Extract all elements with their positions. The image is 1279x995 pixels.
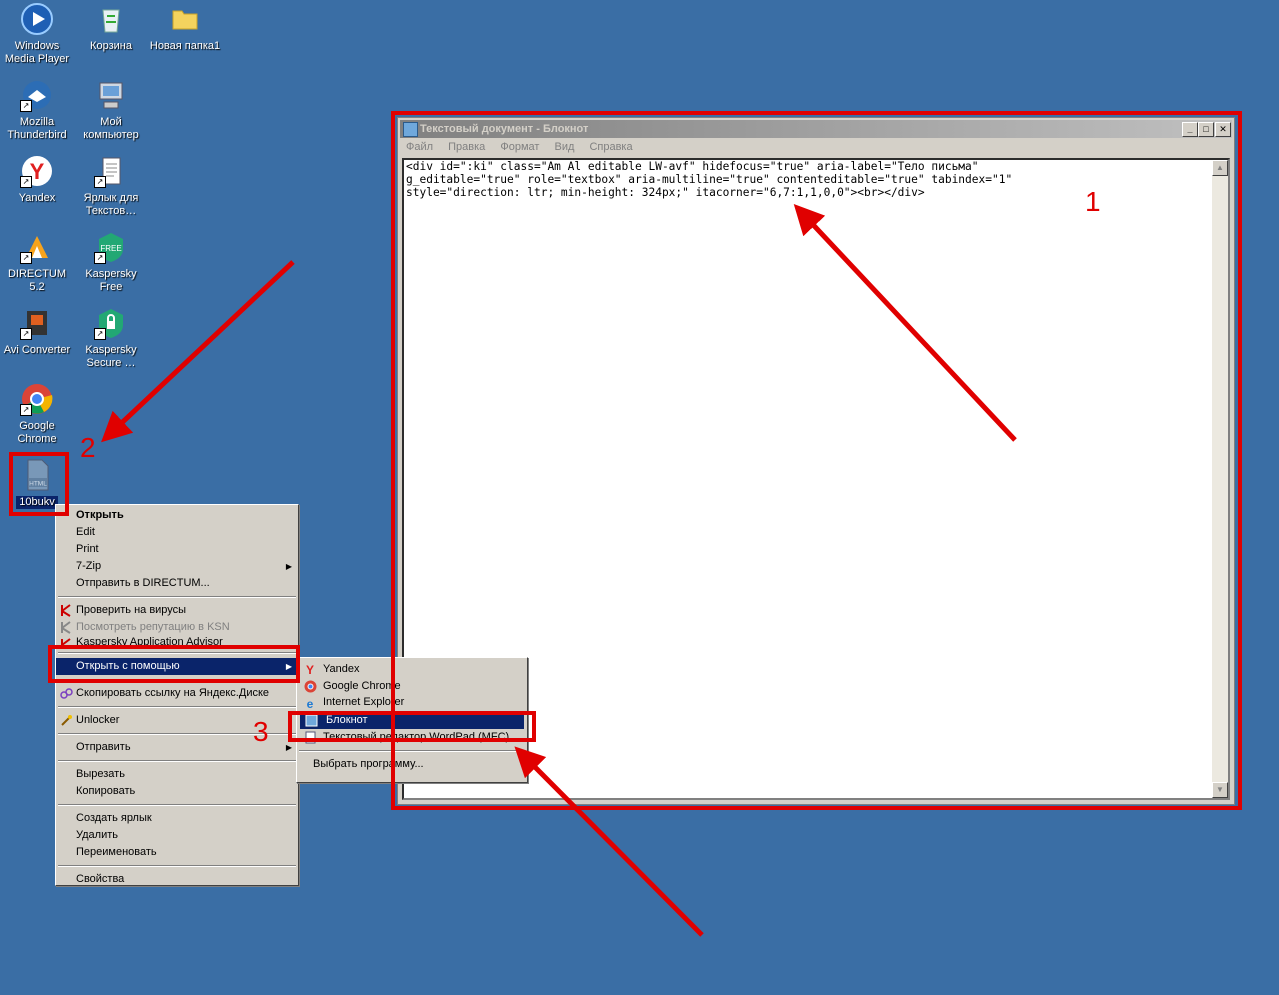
menu-item-properties[interactable]: Свойства [56, 871, 298, 888]
desktop-icon-computer[interactable]: Мой компьютер [74, 78, 148, 142]
shortcut-arrow-icon: ↗ [20, 404, 32, 416]
menu-separator [58, 706, 296, 708]
shortcut-arrow-icon: ↗ [94, 252, 106, 264]
annotation-number-2: 2 [80, 432, 96, 463]
menu-item-label: Отправить [76, 741, 131, 753]
computer-icon [94, 78, 128, 112]
desktop-icon-label: Google Chrome [17, 420, 57, 445]
shortcut-arrow-icon: ↗ [20, 100, 32, 112]
svg-text:e: e [307, 697, 314, 709]
menu-item-scan-virus[interactable]: Проверить на вирусы [56, 602, 298, 619]
menu-item-label: Yandex [323, 663, 360, 675]
menu-item-label: 7-Zip [76, 560, 102, 572]
menu-item-label: Проверить на вирусы [76, 604, 187, 616]
menu-item-7zip[interactable]: 7-Zip ▶ [56, 558, 298, 575]
menu-item-open[interactable]: Открыть [56, 507, 298, 524]
menu-item-label: Google Chrome [323, 680, 401, 692]
kaspersky-k-icon [60, 604, 73, 617]
desktop-icon-label: DIRECTUM 5.2 [7, 268, 67, 293]
desktop-icon-label: Мой компьютер [83, 116, 139, 141]
annotation-box-notepad-item [288, 711, 536, 742]
menu-item-yandex-disk-link[interactable]: Скопировать ссылку на Яндекс.Диске [56, 685, 298, 702]
submenu-arrow-icon: ▶ [285, 562, 292, 571]
menu-item-label: Посмотреть репутацию в KSN [76, 621, 230, 633]
kaspersky-secure-icon: ↗ [94, 306, 128, 340]
shortcut-arrow-icon: ↗ [20, 176, 32, 188]
chrome-icon: ↗ [20, 382, 54, 416]
menu-item-ksn-reputation[interactable]: Посмотреть репутацию в KSN [56, 619, 298, 636]
annotation-number-3: 3 [253, 716, 269, 747]
kaspersky-free-icon: FREE ↗ [94, 230, 128, 264]
shortcut-arrow-icon: ↗ [94, 176, 106, 188]
folder-icon [168, 2, 202, 36]
desktop-icon-avi-converter[interactable]: ↗ Avi Converter [0, 306, 74, 357]
avi-converter-icon: ↗ [20, 306, 54, 340]
menu-item-label: Скопировать ссылку на Яндекс.Диске [76, 687, 270, 699]
thunderbird-icon: ↗ [20, 78, 54, 112]
menu-item-edit[interactable]: Edit [56, 524, 298, 541]
desktop-icon-yandex[interactable]: Y ↗ Yandex [0, 154, 74, 205]
desktop-icon-folder[interactable]: Новая папка1 [148, 2, 222, 53]
desktop-icon-kaspersky-secure[interactable]: ↗ Kaspersky Secure … [74, 306, 148, 370]
annotation-box-file [9, 452, 69, 516]
context-menu: Открыть Edit Print 7-Zip ▶ Отправить в DI… [55, 504, 299, 886]
desktop-icon-recycle-bin[interactable]: Корзина [74, 2, 148, 53]
desktop-icon-directum[interactable]: ↗ DIRECTUM 5.2 [0, 230, 74, 294]
link-icon [60, 687, 73, 700]
annotation-box-open-with [48, 645, 300, 683]
desktop-icon-kaspersky-free[interactable]: FREE ↗ Kaspersky Free [74, 230, 148, 294]
kaspersky-k-icon [60, 621, 73, 634]
desktop-icon-label: Avi Converter [3, 344, 71, 356]
chrome-icon [304, 680, 317, 693]
notepad-doc-icon: ↗ [94, 154, 128, 188]
recycle-bin-icon [94, 2, 128, 36]
desktop-icon-label: Новая папка1 [149, 40, 221, 52]
menu-item-send-directum[interactable]: Отправить в DIRECTUM... [56, 575, 298, 592]
desktop-icon-label: Kaspersky Free [85, 268, 137, 293]
menu-separator [58, 760, 296, 762]
desktop-icon-media-player[interactable]: Windows Media Player [0, 2, 74, 66]
desktop-icon-label: Корзина [90, 40, 132, 52]
desktop-icon-thunderbird[interactable]: ↗ Mozilla Thunderbird [0, 78, 74, 142]
desktop-icon-text-shortcut[interactable]: ↗ Ярлык для Текстов… [74, 154, 148, 218]
menu-item-rename[interactable]: Переименовать [56, 844, 298, 861]
menu-item-create-shortcut[interactable]: Создать ярлык [56, 810, 298, 827]
menu-separator [58, 804, 296, 806]
shortcut-arrow-icon: ↗ [20, 328, 32, 340]
svg-text:Y: Y [306, 663, 314, 676]
shortcut-arrow-icon: ↗ [94, 328, 106, 340]
menu-item-delete[interactable]: Удалить [56, 827, 298, 844]
menu-separator [58, 865, 296, 867]
menu-item-cut[interactable]: Вырезать [56, 766, 298, 783]
menu-item-label: Unlocker [76, 714, 120, 726]
menu-separator [58, 596, 296, 598]
annotation-box-notepad [391, 111, 1242, 810]
desktop-icon-label: Windows Media Player [4, 40, 70, 65]
desktop-icon-chrome[interactable]: ↗ Google Chrome [0, 382, 74, 446]
desktop-icon-label: Ярлык для Текстов… [83, 192, 139, 217]
unlocker-wand-icon [60, 714, 73, 727]
yandex-icon: Y [304, 663, 317, 677]
menu-item-copy[interactable]: Копировать [56, 783, 298, 800]
yandex-icon: Y ↗ [20, 154, 54, 188]
internet-explorer-icon: e [304, 697, 317, 709]
media-player-icon [20, 2, 54, 36]
desktop-icon-label: Kaspersky Secure … [85, 344, 137, 369]
annotation-number-1: 1 [1085, 186, 1101, 217]
directum-icon: ↗ [20, 230, 54, 264]
desktop-icon-label: Mozilla Thunderbird [7, 116, 67, 141]
shortcut-arrow-icon: ↗ [20, 252, 32, 264]
desktop-icon-label: Yandex [18, 192, 56, 204]
menu-item-print[interactable]: Print [56, 541, 298, 558]
